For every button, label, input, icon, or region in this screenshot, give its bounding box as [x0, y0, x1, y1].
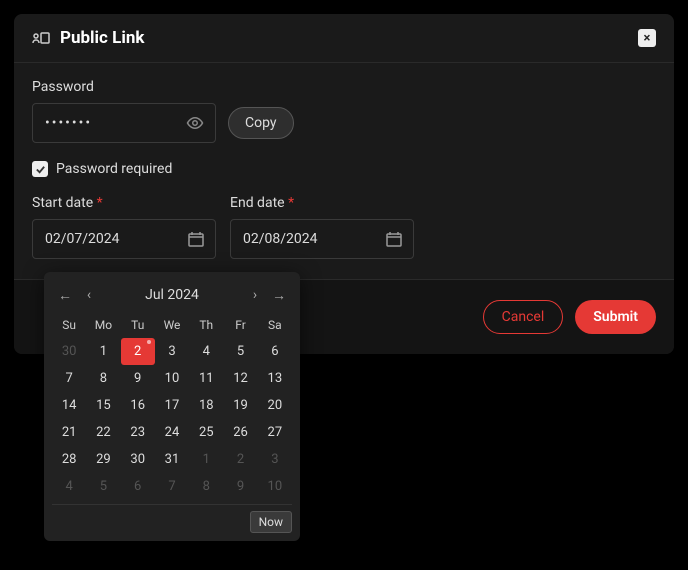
close-icon: ×	[644, 32, 651, 45]
password-row: Copy	[32, 103, 656, 143]
calendar-day[interactable]: 20	[258, 392, 292, 419]
calendar-nav-right: › →	[244, 284, 290, 306]
modal-body: Password Copy Password re	[14, 63, 674, 279]
calendar-day[interactable]: 1	[189, 446, 223, 473]
calendar-day[interactable]: 12	[223, 365, 257, 392]
calendar-day[interactable]: 14	[52, 392, 86, 419]
prev-month-button[interactable]: ‹	[78, 284, 100, 306]
calendar-footer: Now	[52, 504, 292, 535]
calendar-day[interactable]: 6	[121, 473, 155, 500]
end-date-calendar-button[interactable]	[382, 227, 406, 251]
calendar-icon	[188, 231, 204, 247]
calendar-day[interactable]: 30	[52, 338, 86, 365]
required-indicator: *	[288, 195, 294, 211]
calendar-day[interactable]: 25	[189, 419, 223, 446]
required-indicator: *	[97, 195, 103, 211]
start-date-calendar-button[interactable]	[184, 227, 208, 251]
password-input-wrap	[32, 103, 216, 143]
end-date-label: End date *	[230, 195, 414, 211]
date-row: Start date * End date *	[32, 195, 656, 259]
calendar-day[interactable]: 13	[258, 365, 292, 392]
calendar-day[interactable]: 18	[189, 392, 223, 419]
next-year-button[interactable]: →	[268, 284, 290, 306]
modal-header: Public Link ×	[14, 14, 674, 63]
calendar-day[interactable]: 26	[223, 419, 257, 446]
calendar-day[interactable]: 31	[155, 446, 189, 473]
calendar-day[interactable]: 27	[258, 419, 292, 446]
calendar-day[interactable]: 1	[86, 338, 120, 365]
password-required-checkbox[interactable]	[32, 161, 48, 177]
calendar-day[interactable]: 9	[121, 365, 155, 392]
calendar-day[interactable]: 7	[52, 365, 86, 392]
password-label: Password	[32, 79, 656, 95]
calendar-icon	[386, 231, 402, 247]
start-date-field: Start date *	[32, 195, 216, 259]
start-date-label: Start date *	[32, 195, 216, 211]
calendar-day[interactable]: 3	[258, 446, 292, 473]
toggle-password-visibility[interactable]	[182, 110, 208, 136]
calendar-day[interactable]: 2	[121, 338, 155, 365]
date-picker-popup: ← ‹ Jul 2024 › → SuMoTuWeThFrSa301234567…	[44, 272, 300, 541]
calendar-day[interactable]: 28	[52, 446, 86, 473]
modal-title-wrap: Public Link	[32, 28, 144, 48]
calendar-day[interactable]: 24	[155, 419, 189, 446]
share-icon	[32, 31, 50, 45]
modal-title: Public Link	[60, 28, 144, 48]
calendar-day[interactable]: 2	[223, 446, 257, 473]
end-date-label-text: End date	[230, 195, 285, 211]
calendar-day[interactable]: 5	[223, 338, 257, 365]
calendar-day[interactable]: 29	[86, 446, 120, 473]
calendar-month-label[interactable]: Jul 2024	[145, 287, 199, 303]
calendar-day[interactable]: 7	[155, 473, 189, 500]
calendar-dow: Mo	[86, 312, 120, 338]
start-date-label-text: Start date	[32, 195, 93, 211]
calendar-day[interactable]: 22	[86, 419, 120, 446]
check-icon	[35, 164, 46, 175]
calendar-day[interactable]: 10	[155, 365, 189, 392]
cancel-button[interactable]: Cancel	[483, 300, 564, 334]
chevron-left-icon: ‹	[87, 287, 91, 303]
calendar-day[interactable]: 8	[86, 365, 120, 392]
eye-icon	[186, 114, 204, 132]
calendar-day[interactable]: 30	[121, 446, 155, 473]
calendar-day[interactable]: 11	[189, 365, 223, 392]
calendar-day[interactable]: 17	[155, 392, 189, 419]
calendar-dow: We	[155, 312, 189, 338]
chevron-double-right-icon: →	[272, 287, 286, 304]
calendar-day[interactable]: 8	[189, 473, 223, 500]
calendar-day[interactable]: 6	[258, 338, 292, 365]
submit-button[interactable]: Submit	[575, 300, 656, 334]
calendar-day[interactable]: 15	[86, 392, 120, 419]
calendar-day[interactable]: 21	[52, 419, 86, 446]
calendar-day[interactable]: 3	[155, 338, 189, 365]
calendar-dow: Fr	[223, 312, 257, 338]
prev-year-button[interactable]: ←	[54, 284, 76, 306]
calendar-dow: Su	[52, 312, 86, 338]
calendar-day[interactable]: 5	[86, 473, 120, 500]
start-date-input-wrap	[32, 219, 216, 259]
calendar-day[interactable]: 9	[223, 473, 257, 500]
calendar-dow: Tu	[121, 312, 155, 338]
calendar-day[interactable]: 19	[223, 392, 257, 419]
chevron-right-icon: ›	[253, 287, 257, 303]
copy-button[interactable]: Copy	[228, 107, 294, 139]
end-date-input-wrap	[230, 219, 414, 259]
next-month-button[interactable]: ›	[244, 284, 266, 306]
calendar-day[interactable]: 16	[121, 392, 155, 419]
calendar-grid: SuMoTuWeThFrSa30123456789101112131415161…	[52, 312, 292, 500]
calendar-day[interactable]: 4	[52, 473, 86, 500]
calendar-nav: ← ‹ Jul 2024 › →	[52, 280, 292, 312]
calendar-dow: Th	[189, 312, 223, 338]
calendar-day[interactable]: 10	[258, 473, 292, 500]
close-button[interactable]: ×	[638, 29, 656, 47]
chevron-double-left-icon: ←	[58, 287, 72, 304]
calendar-nav-left: ← ‹	[54, 284, 100, 306]
password-required-label: Password required	[56, 161, 172, 177]
calendar-dow: Sa	[258, 312, 292, 338]
calendar-day[interactable]: 23	[121, 419, 155, 446]
now-button[interactable]: Now	[250, 511, 292, 533]
end-date-field: End date *	[230, 195, 414, 259]
password-required-row: Password required	[32, 161, 656, 177]
calendar-day[interactable]: 4	[189, 338, 223, 365]
